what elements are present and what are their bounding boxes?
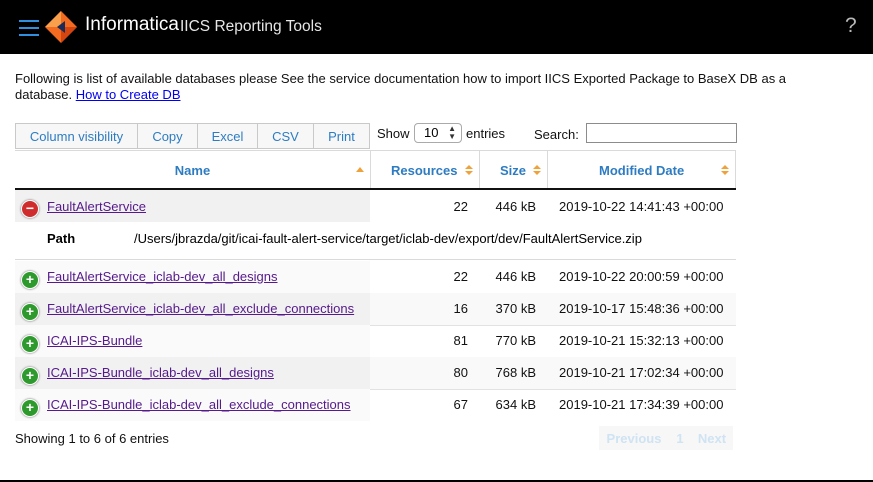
database-name-link[interactable]: FaultAlertService_iclab-dev_all_exclude_…: [47, 301, 354, 316]
size-cell: 446 kB: [495, 199, 536, 214]
database-name-link[interactable]: FaultAlertService: [47, 199, 146, 214]
modified-date-cell: 2019-10-17 15:48:36 +00:00: [559, 301, 724, 316]
expand-row-icon[interactable]: +: [21, 367, 39, 385]
resources-cell: 16: [453, 301, 468, 316]
row-detail: Path /Users/jbrazda/git/icai-fault-alert…: [15, 221, 736, 260]
expand-row-icon[interactable]: +: [21, 399, 39, 417]
size-cell: 770 kB: [495, 333, 536, 348]
column-header-size[interactable]: Size: [479, 151, 547, 189]
app-title: IICS Reporting Tools: [180, 18, 322, 35]
help-icon[interactable]: ?: [845, 14, 857, 38]
modified-date-cell: 2019-10-22 14:41:43 +00:00: [559, 199, 724, 214]
table-row[interactable]: − FaultAlertService 22 446 kB 2019-10-22…: [15, 190, 736, 222]
column-header-label: Modified Date: [599, 162, 685, 178]
database-name-link[interactable]: FaultAlertService_iclab-dev_all_designs: [47, 269, 278, 284]
entries-label: entries: [466, 126, 506, 141]
database-name-link[interactable]: ICAI-IPS-Bundle_iclab-dev_all_exclude_co…: [47, 397, 351, 412]
column-header-label: Name: [174, 162, 211, 178]
excel-button[interactable]: Excel: [197, 123, 258, 149]
table-row[interactable]: + ICAI-IPS-Bundle_iclab-dev_all_exclude_…: [15, 389, 736, 421]
pagination-next[interactable]: Next: [691, 426, 733, 450]
database-name-link[interactable]: ICAI-IPS-Bundle_iclab-dev_all_designs: [47, 365, 274, 380]
table-row[interactable]: + FaultAlertService_iclab-dev_all_exclud…: [15, 293, 736, 326]
expand-row-icon[interactable]: +: [21, 335, 39, 353]
search-label: Search:: [534, 127, 579, 142]
column-header-label: Resources: [391, 162, 458, 178]
select-arrows-icon: ▲ ▼: [448, 124, 456, 141]
pagination-previous[interactable]: Previous: [599, 426, 669, 450]
resources-cell: 22: [453, 269, 468, 284]
hamburger-menu-icon[interactable]: [19, 20, 39, 36]
column-header-label: Size: [500, 162, 527, 178]
size-cell: 370 kB: [495, 301, 536, 316]
intro-text: Following is list of available databases…: [15, 71, 835, 103]
app-header: Informatica IICS Reporting Tools ?: [0, 0, 873, 54]
sort-both-icon: [533, 165, 541, 175]
modified-date-cell: 2019-10-21 15:32:13 +00:00: [559, 333, 724, 348]
print-button[interactable]: Print: [313, 123, 370, 149]
pagination-page-1[interactable]: 1: [669, 426, 691, 450]
modified-date-cell: 2019-10-22 20:00:59 +00:00: [559, 269, 724, 284]
resources-cell: 80: [453, 365, 468, 380]
sort-both-icon: [721, 165, 729, 175]
modified-date-cell: 2019-10-21 17:02:34 +00:00: [559, 365, 724, 380]
how-to-create-db-link[interactable]: How to Create DB: [76, 87, 181, 102]
csv-button[interactable]: CSV: [257, 123, 314, 149]
copy-button[interactable]: Copy: [137, 123, 198, 149]
brand-name: Informatica: [85, 14, 179, 35]
size-cell: 446 kB: [495, 269, 536, 284]
table-row[interactable]: + ICAI-IPS-Bundle_iclab-dev_all_designs …: [15, 357, 736, 390]
column-visibility-button[interactable]: Column visibility: [15, 123, 138, 149]
sort-ascending-icon: [356, 167, 364, 172]
expand-row-icon[interactable]: +: [21, 303, 39, 321]
path-value: /Users/jbrazda/git/icai-fault-alert-serv…: [134, 231, 642, 246]
size-cell: 768 kB: [495, 365, 536, 380]
column-header-resources[interactable]: Resources: [370, 151, 479, 189]
expand-row-icon[interactable]: +: [21, 271, 39, 289]
modified-date-cell: 2019-10-21 17:34:39 +00:00: [559, 397, 724, 412]
table-row[interactable]: + FaultAlertService_iclab-dev_all_design…: [15, 261, 736, 294]
database-name-link[interactable]: ICAI-IPS-Bundle: [47, 333, 142, 348]
search-input[interactable]: [586, 123, 737, 143]
table-row[interactable]: + ICAI-IPS-Bundle 81 770 kB 2019-10-21 1…: [15, 325, 736, 358]
size-cell: 634 kB: [495, 397, 536, 412]
show-label: Show: [377, 126, 410, 141]
resources-cell: 67: [453, 397, 468, 412]
resources-cell: 22: [453, 199, 468, 214]
page-length-select[interactable]: 10 ▲ ▼: [414, 123, 462, 143]
informatica-logo: [45, 11, 77, 43]
path-label: Path: [47, 231, 76, 246]
sort-both-icon: [465, 165, 473, 175]
page-length-value: 10: [424, 125, 439, 140]
column-header-name[interactable]: Name: [15, 151, 370, 189]
table-info: Showing 1 to 6 of 6 entries: [15, 431, 169, 446]
resources-cell: 81: [453, 333, 468, 348]
collapse-row-icon[interactable]: −: [21, 200, 39, 218]
column-header-modified-date[interactable]: Modified Date: [547, 151, 736, 189]
